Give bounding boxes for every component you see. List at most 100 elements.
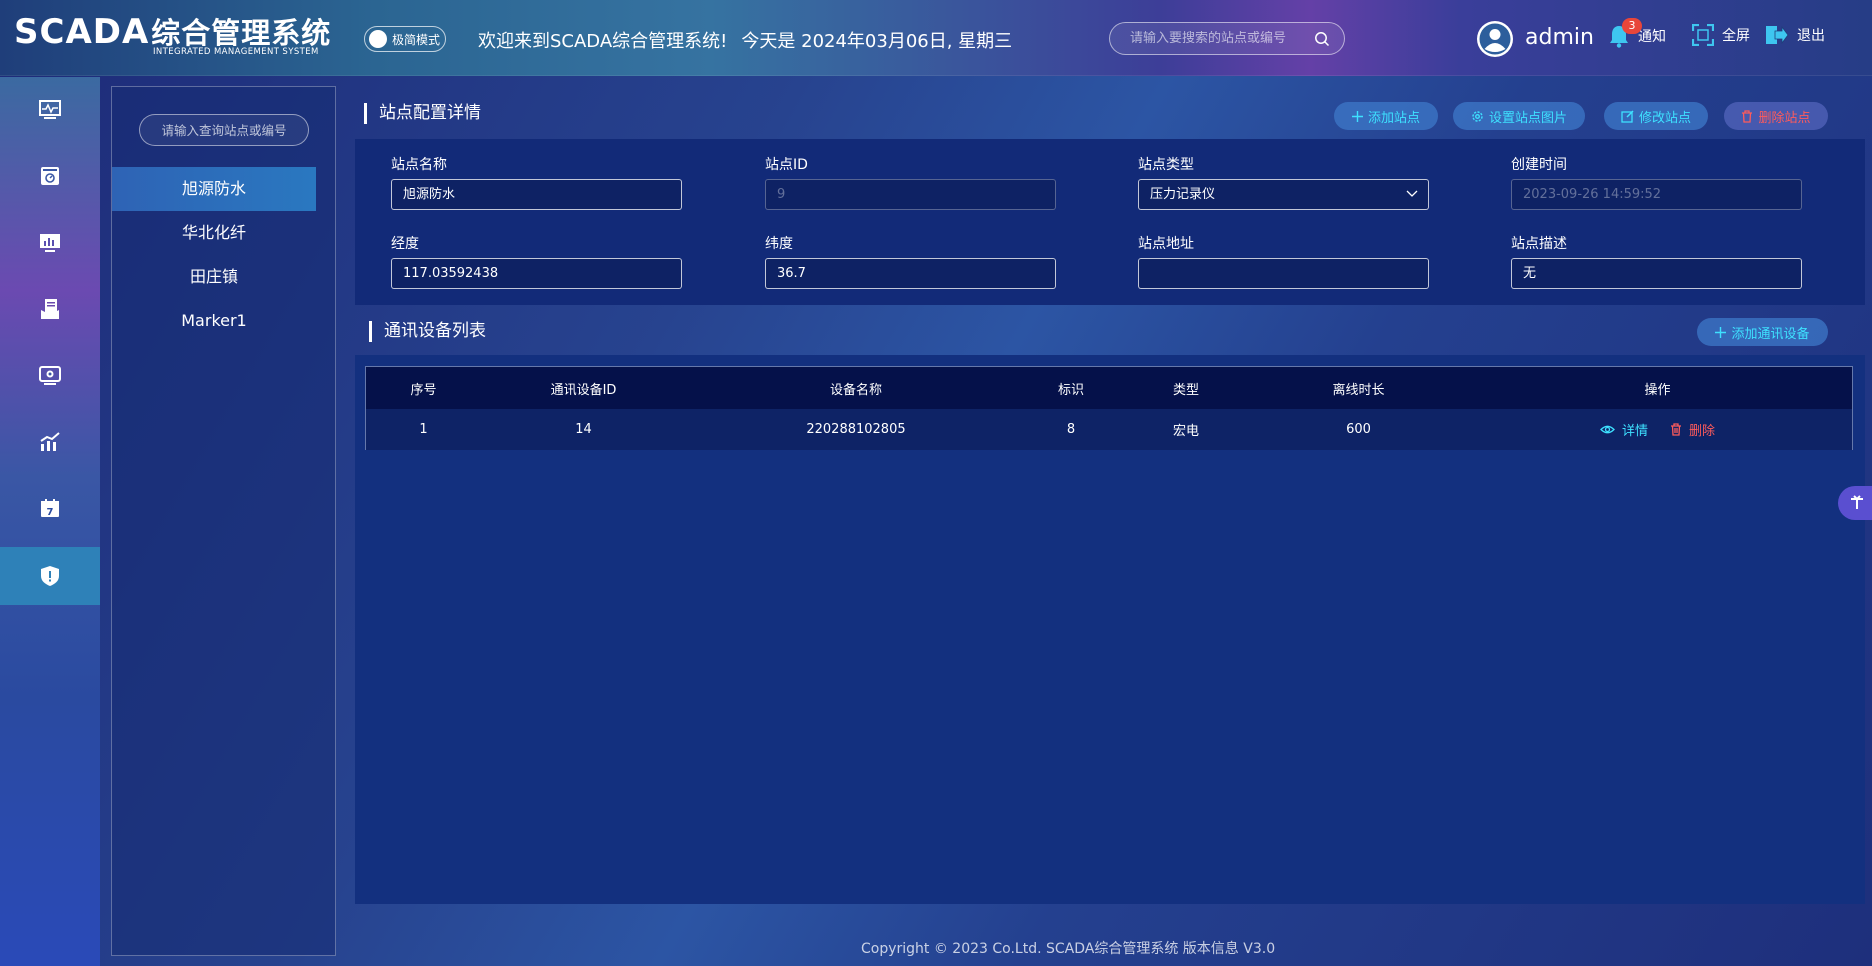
created-time-field: 2023-09-26 14:59:52 xyxy=(1511,179,1802,210)
site-search[interactable] xyxy=(139,114,309,146)
site-item[interactable]: 旭源防水 xyxy=(112,167,316,211)
welcome-text: 欢迎来到SCADA综合管理系统! 今天是 2024年03月06日, 星期三 xyxy=(478,27,1026,53)
delete-device-button[interactable]: 删除 xyxy=(1670,420,1715,439)
row-tag: 8 xyxy=(1066,422,1076,437)
date-text: 今天是 2024年03月06日, 星期三 xyxy=(741,31,1013,52)
rail-item-video[interactable] xyxy=(0,347,100,405)
monitor-icon xyxy=(39,100,61,119)
edit-icon xyxy=(1621,109,1634,123)
site-config-form: 站点名称 旭源防水 站点ID 9 站点类型 压力记录仪 创建时间 2023-09… xyxy=(355,139,1865,305)
device-table: 序号 通讯设备ID 设备名称 标识 类型 离线时长 操作 1 14 220288… xyxy=(365,366,1853,450)
add-site-label: 添加站点 xyxy=(1367,110,1420,126)
screen-chart-icon xyxy=(40,234,60,252)
add-site-button[interactable]: 添加站点 xyxy=(1334,102,1438,130)
helper-icon xyxy=(1851,495,1863,509)
calendar-icon: 7 xyxy=(41,499,59,518)
toggle-label: 极简模式 xyxy=(392,32,441,47)
site-name-label: 站点名称 xyxy=(391,157,447,173)
report-icon xyxy=(41,299,59,319)
dashboard-icon xyxy=(41,167,59,185)
rail-item-dashboard[interactable] xyxy=(0,147,100,205)
latitude-label: 纬度 xyxy=(765,236,793,252)
welcome-message: 欢迎来到SCADA综合管理系统! xyxy=(478,31,728,52)
top-header: SCADA 综合管理系统 INTEGRATED MANAGEMENT SYSTEM… xyxy=(0,0,1872,76)
username[interactable]: admin xyxy=(1525,25,1594,50)
simple-mode-toggle[interactable]: 极简模式 xyxy=(364,26,446,52)
set-site-image-button[interactable]: 设置站点图片 xyxy=(1453,102,1585,130)
gear-icon xyxy=(1472,110,1483,122)
footer-copyright: Copyright © 2023 Co.Ltd. SCADA综合管理系统 版本信… xyxy=(861,941,1276,957)
column-header: 通讯设备ID xyxy=(550,382,617,398)
calendar-day-text: 7 xyxy=(47,507,54,518)
trash-icon xyxy=(1671,423,1681,436)
user-avatar-icon[interactable] xyxy=(1476,20,1514,58)
site-search-input[interactable] xyxy=(140,123,308,138)
latitude-field[interactable]: 36.7 xyxy=(765,258,1056,289)
notify-badge: 3 xyxy=(1622,18,1642,34)
toggle-knob xyxy=(369,30,387,48)
row-device-id: 14 xyxy=(575,422,592,437)
add-device-button[interactable]: 添加通讯设备 xyxy=(1697,318,1828,346)
row-type: 宏电 xyxy=(1172,424,1199,439)
rail-item-screen-chart[interactable] xyxy=(0,214,100,272)
site-type-select[interactable]: 压力记录仪 xyxy=(1138,179,1429,210)
site-item[interactable]: 华北化纤 xyxy=(112,211,316,255)
site-list-panel: 旭源防水 华北化纤 田庄镇 Marker1 xyxy=(111,86,336,956)
column-header: 离线时长 xyxy=(1332,382,1385,398)
logo-subtitle: INTEGRATED MANAGEMENT SYSTEM xyxy=(153,47,319,57)
row-offline-duration: 600 xyxy=(1346,422,1371,437)
row-actions: 详情 删除 xyxy=(1461,409,1854,450)
header-search[interactable] xyxy=(1109,22,1345,55)
site-description-field[interactable]: 无 xyxy=(1511,258,1802,289)
set-site-image-label: 设置站点图片 xyxy=(1488,110,1567,126)
header-search-input[interactable] xyxy=(1130,31,1305,46)
column-header: 操作 xyxy=(1644,382,1671,398)
longitude-field[interactable]: 117.03592438 xyxy=(391,258,682,289)
row-index: 1 xyxy=(419,422,428,437)
site-id-label: 站点ID xyxy=(765,157,808,173)
site-id-field: 9 xyxy=(765,179,1056,210)
delete-label: 删除 xyxy=(1689,424,1716,439)
plus-icon xyxy=(1351,110,1363,122)
device-table-panel: 序号 通讯设备ID 设备名称 标识 类型 离线时长 操作 1 14 220288… xyxy=(355,355,1865,904)
rail-item-site-config[interactable] xyxy=(0,547,100,605)
fullscreen-label: 全屏 xyxy=(1722,28,1750,44)
chevron-down-icon xyxy=(1406,190,1418,197)
created-time-label: 创建时间 xyxy=(1511,157,1567,173)
site-description-label: 站点描述 xyxy=(1511,236,1567,252)
column-header: 类型 xyxy=(1172,382,1199,398)
logout-icon xyxy=(1766,25,1789,45)
detail-label: 详情 xyxy=(1621,424,1648,439)
rail-item-calendar[interactable]: 7 xyxy=(0,479,100,537)
longitude-label: 经度 xyxy=(391,236,419,252)
site-item[interactable]: Marker1 xyxy=(112,299,316,343)
edit-site-label: 修改站点 xyxy=(1638,110,1691,126)
floating-helper-button[interactable] xyxy=(1838,486,1872,520)
search-icon[interactable] xyxy=(1314,31,1330,47)
fullscreen-button[interactable]: 全屏 xyxy=(1692,24,1750,46)
eye-icon xyxy=(1600,425,1615,434)
plus-icon xyxy=(1715,326,1727,338)
config-section-title: 站点配置详情 xyxy=(364,103,481,124)
site-name-field[interactable]: 旭源防水 xyxy=(391,179,682,210)
column-header: 设备名称 xyxy=(829,382,882,398)
edit-site-button[interactable]: 修改站点 xyxy=(1604,102,1708,130)
video-icon xyxy=(39,366,61,385)
detail-button[interactable]: 详情 xyxy=(1600,420,1648,439)
left-nav-rail: 7 xyxy=(0,77,100,966)
rail-item-monitor[interactable] xyxy=(0,81,100,139)
logout-button[interactable]: 退出 xyxy=(1765,24,1825,46)
rail-item-report[interactable] xyxy=(0,280,100,338)
app-logo: SCADA 综合管理系统 INTEGRATED MANAGEMENT SYSTEM xyxy=(14,12,331,60)
shield-icon xyxy=(41,566,59,586)
rail-item-trend[interactable] xyxy=(0,413,100,471)
site-type-label: 站点类型 xyxy=(1138,157,1194,173)
trend-icon xyxy=(40,432,60,451)
site-item[interactable]: 田庄镇 xyxy=(112,255,316,299)
logo-text: SCADA xyxy=(14,12,150,52)
column-header: 序号 xyxy=(410,382,437,398)
table-header: 序号 通讯设备ID 设备名称 标识 类型 离线时长 操作 xyxy=(366,367,1852,409)
delete-site-button[interactable]: 删除站点 xyxy=(1724,102,1828,130)
devices-section-title: 通讯设备列表 xyxy=(369,321,486,342)
site-address-field[interactable] xyxy=(1138,258,1429,289)
